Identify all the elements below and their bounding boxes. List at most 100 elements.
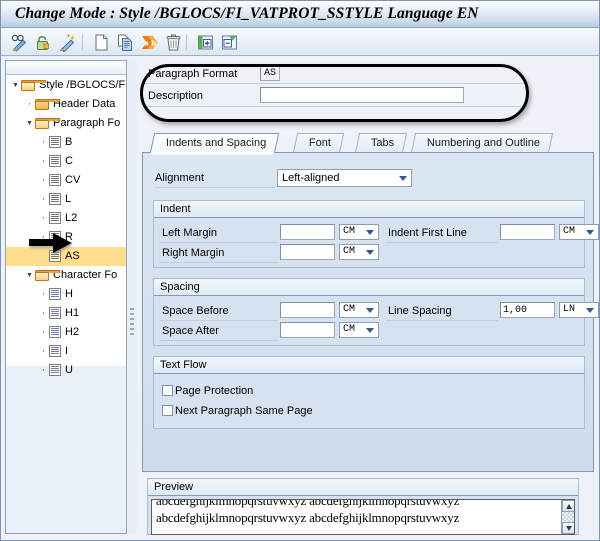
tree-node-label: CV	[65, 171, 80, 190]
space-after-underline	[160, 340, 278, 341]
chevron-down-icon	[366, 328, 374, 333]
magic-wand-icon[interactable]	[57, 32, 77, 52]
tree-expand-toggle-icon[interactable]: ▼	[10, 76, 21, 95]
tree-node-label: C	[65, 152, 73, 171]
tree-leaf-bullet-icon: ·	[38, 285, 49, 304]
space-after-input[interactable]	[280, 322, 335, 338]
indent-first-line-label: Indent First Line	[388, 227, 467, 239]
collapse-icon[interactable]	[219, 32, 239, 52]
tree-node-cv[interactable]: ·CV	[6, 171, 126, 190]
copy-icon[interactable]	[115, 32, 135, 52]
preview-scrollbar[interactable]	[561, 500, 574, 534]
indent-first-line-underline	[386, 242, 498, 243]
style-tree-panel: ▼Style /BGLOCS/F·Header Data▼Paragraph F…	[5, 60, 127, 534]
alignment-underline	[155, 187, 275, 188]
document-icon	[49, 171, 61, 190]
preview-scroll-thumb[interactable]	[562, 512, 575, 522]
chevron-down-icon	[586, 308, 594, 313]
tab-indents-and-spacing[interactable]: Indents and Spacing	[150, 133, 280, 153]
document-icon	[49, 361, 61, 380]
paragraph-header-form: Paragraph Format AS Description	[142, 65, 532, 118]
panel-splitter[interactable]	[128, 60, 137, 534]
tree-leaf-bullet-icon: ·	[38, 209, 49, 228]
tab-font[interactable]: Font	[293, 133, 344, 153]
tree-leaf-bullet-icon: ·	[38, 228, 49, 247]
tree-node-as[interactable]: AS	[6, 247, 126, 266]
tree-leaf-bullet-icon: ·	[38, 304, 49, 323]
delete-icon[interactable]	[163, 32, 183, 52]
left-margin-input[interactable]	[280, 224, 335, 240]
tree-node-r[interactable]: ·R	[6, 228, 126, 247]
page-protection-checkbox-row[interactable]: Page Protection	[162, 385, 253, 397]
folder-open-icon	[35, 266, 49, 285]
svg-text:a: a	[144, 39, 149, 47]
tree-node-u[interactable]: ·U	[6, 361, 126, 380]
rename-icon[interactable]: a b	[139, 32, 159, 52]
right-margin-input[interactable]	[280, 244, 335, 260]
tree-node-c[interactable]: ·C	[6, 152, 126, 171]
tree-expand-toggle-icon[interactable]: ▼	[24, 114, 35, 133]
description-input[interactable]	[260, 87, 464, 103]
tree-node-l2[interactable]: ·L2	[6, 209, 126, 228]
tree-node-label: H2	[65, 323, 79, 342]
tree-node-b[interactable]: ·B	[6, 133, 126, 152]
alignment-value: Left-aligned	[282, 172, 340, 184]
splitter-grip[interactable]	[130, 308, 134, 338]
document-icon	[49, 323, 61, 342]
indent-first-line-unit-select[interactable]: CM	[559, 224, 599, 240]
tab-label: Tabs	[371, 134, 394, 153]
space-before-unit-select[interactable]: CM	[339, 302, 379, 318]
toolbar-separator-1	[82, 34, 83, 50]
toolbar: a b	[1, 28, 599, 56]
preview-scroll-up-button[interactable]	[562, 500, 575, 512]
alignment-select[interactable]: Left-aligned	[277, 169, 412, 187]
paragraph-format-label: Paragraph Format	[148, 68, 237, 80]
tree-node-label: I	[65, 342, 68, 361]
tree-node-i[interactable]: ·I	[6, 342, 126, 361]
tree-node-header-data[interactable]: ·Header Data	[6, 95, 126, 114]
tree-node-label: H	[65, 285, 73, 304]
tab-label: Indents and Spacing	[166, 134, 266, 153]
page-protection-checkbox[interactable]	[162, 385, 173, 396]
left-margin-unit-select[interactable]: CM	[339, 224, 379, 240]
text-flow-group-title: Text Flow	[154, 357, 584, 374]
paragraph-format-field[interactable]: AS	[260, 66, 280, 81]
tree-node-style-bglocs-f[interactable]: ▼ Style /BGLOCS/F	[6, 76, 126, 95]
indent-first-line-input[interactable]	[500, 224, 555, 240]
tab-tabs[interactable]: Tabs	[355, 133, 408, 153]
tree-expand-toggle-icon[interactable]: ▼	[24, 266, 35, 285]
window-title: Change Mode : Style /BGLOCS/FI_VATPROT_S…	[15, 5, 479, 23]
form-divider-1	[144, 83, 524, 84]
tree-node-h2[interactable]: ·H2	[6, 323, 126, 342]
folder-icon	[35, 95, 49, 114]
tree-node-h1[interactable]: ·H1	[6, 304, 126, 323]
tree-node-h[interactable]: ·H	[6, 285, 126, 304]
expand-icon[interactable]	[195, 32, 215, 52]
document-icon	[49, 342, 61, 361]
tree-node-label: L	[65, 190, 71, 209]
tab-numbering-and-outline[interactable]: Numbering and Outline	[411, 133, 553, 153]
tree-node-l[interactable]: ·L	[6, 190, 126, 209]
line-spacing-input[interactable]	[500, 302, 555, 318]
chevron-down-icon	[366, 250, 374, 255]
document-icon	[49, 247, 61, 266]
tree-node-character-fo[interactable]: ▼Character Fo	[6, 266, 126, 285]
tree-leaf-bullet-icon: ·	[38, 190, 49, 209]
new-document-icon[interactable]	[91, 32, 111, 52]
space-after-unit-select[interactable]: CM	[339, 322, 379, 338]
lock-icon[interactable]	[33, 32, 53, 52]
display-change-icon[interactable]	[9, 32, 29, 52]
space-before-input[interactable]	[280, 302, 335, 318]
right-margin-unit-select[interactable]: CM	[339, 244, 379, 260]
toolbar-separator-2	[186, 34, 187, 50]
tree-node-paragraph-fo[interactable]: ▼Paragraph Fo	[6, 114, 126, 133]
tree-node-list[interactable]: ▼Style /BGLOCS/F·Header Data▼Paragraph F…	[6, 76, 126, 366]
detail-pane: Paragraph Format AS Description Indents …	[137, 60, 597, 537]
preview-scroll-down-button[interactable]	[562, 522, 575, 534]
next-paragraph-same-page-checkbox[interactable]	[162, 405, 173, 416]
page-protection-label: Page Protection	[175, 385, 253, 397]
tree-node-label: Style /BGLOCS/F	[39, 76, 125, 95]
tree-node-label: B	[65, 133, 72, 152]
line-spacing-unit-select[interactable]: LN	[559, 302, 599, 318]
next-paragraph-same-page-checkbox-row[interactable]: Next Paragraph Same Page	[162, 405, 313, 417]
